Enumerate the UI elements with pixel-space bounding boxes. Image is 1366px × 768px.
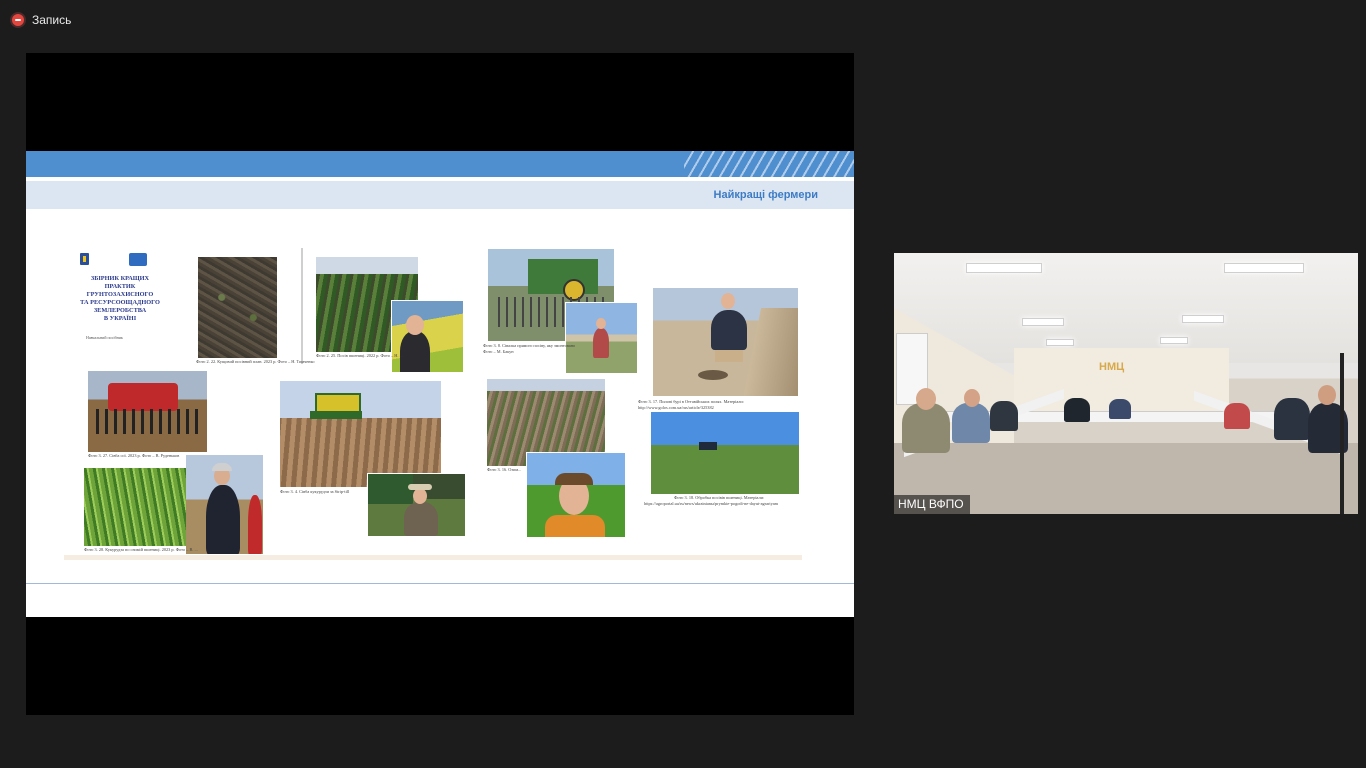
- caption-3a: Фото 3. 8. Сівалка прямого посіву, яку з…: [483, 343, 576, 348]
- slide-top-bar: [26, 151, 854, 177]
- ceiling-light: [1160, 337, 1188, 344]
- camera-tripod: [1340, 353, 1344, 514]
- caption-8a: Фото 3. 18. Обробка посівів пшениці. Мат…: [674, 495, 765, 500]
- caption-9: Фото 3. 28. Кукурудза по озимій пшениці.…: [84, 547, 198, 552]
- participant-person: [1109, 399, 1131, 419]
- participant-person: [1224, 403, 1250, 429]
- participant-person: [1274, 398, 1310, 440]
- participant-video-tile[interactable]: НМЦ НМЦ ВФПО: [894, 253, 1358, 514]
- caption-4a: Фото 3. 17. Пилові бурі в Оттавійських п…: [638, 399, 744, 404]
- caption-6: Фото 3. 4. Сівба кукурудзи за Strip-till: [280, 489, 350, 494]
- photo-spraying-field: [651, 412, 799, 494]
- presentation-slide: Найкращі фермери ЗБІРНИК КРАЩИХ ПРАКТИК …: [26, 151, 854, 617]
- recording-indicator[interactable]: Запись: [12, 11, 71, 29]
- fao-logo-icon: [129, 253, 147, 266]
- stripes-decoration: [684, 151, 854, 177]
- slide-title: Найкращі фермери: [713, 189, 818, 201]
- record-icon: [12, 14, 24, 26]
- caption-3b: Фото – М. Бакун: [483, 349, 514, 354]
- photo-red-seeder: [88, 371, 207, 452]
- ceiling-light: [1182, 315, 1224, 323]
- participant-name-label: НМЦ ВФПО: [894, 495, 970, 514]
- photo-farmer-selfie: [526, 452, 626, 538]
- book-cover: ЗБІРНИК КРАЩИХ ПРАКТИК ГРУНТОЗАХИСНОГО Т…: [74, 247, 166, 359]
- caption-2: Фото 2. 25. Посів пшениці. 2022 р. Фото …: [316, 353, 403, 358]
- caption-5: Фото 3. 27. Сівба сої. 2023 р. Фото – В.…: [88, 453, 180, 458]
- slide-bottom-line: [26, 583, 854, 584]
- book-note: Навчальний посібник: [86, 335, 123, 340]
- photo-farmers-corn: [186, 455, 263, 554]
- participant-person: [990, 401, 1018, 431]
- wall-logo: НМЦ: [1099, 361, 1125, 373]
- caption-7: Фото 3. 16. Озим...: [487, 467, 522, 472]
- participant-person: [902, 403, 950, 453]
- participant-person: [952, 403, 990, 443]
- caption-8b: https://agroportal.ua/ru/news/ukrainianы…: [644, 501, 779, 506]
- participant-person: [1064, 398, 1090, 422]
- ceiling-light: [1046, 339, 1074, 346]
- photo-soil: [198, 257, 277, 358]
- book-title: ЗБІРНИК КРАЩИХ ПРАКТИК ГРУНТОЗАХИСНОГО Т…: [80, 275, 160, 322]
- recording-label: Запись: [32, 13, 72, 27]
- slide-footer-band: [64, 555, 802, 560]
- photo-farmer-rapeseed: [391, 300, 464, 373]
- ukraine-emblem-icon: [80, 253, 89, 265]
- photo-corn: [84, 468, 188, 546]
- ceiling-light: [1224, 263, 1304, 273]
- caption-1: Фото 2. 22. Кущовий посівний план. 2023 …: [196, 359, 315, 364]
- caption-4b: http://www.golos.com.ua/rus/article/3253…: [638, 405, 714, 410]
- photo-strip-till-tractor: [280, 381, 441, 487]
- slide-divider: [301, 248, 303, 364]
- shared-screen: Найкращі фермери ЗБІРНИК КРАЩИХ ПРАКТИК …: [26, 53, 854, 715]
- ceiling-light: [966, 263, 1042, 273]
- photo-farmer-tractor: [367, 473, 466, 537]
- ceiling-light: [1022, 318, 1064, 326]
- photo-dust-ridge: [653, 288, 798, 396]
- photo-farmer-crop: [565, 302, 638, 374]
